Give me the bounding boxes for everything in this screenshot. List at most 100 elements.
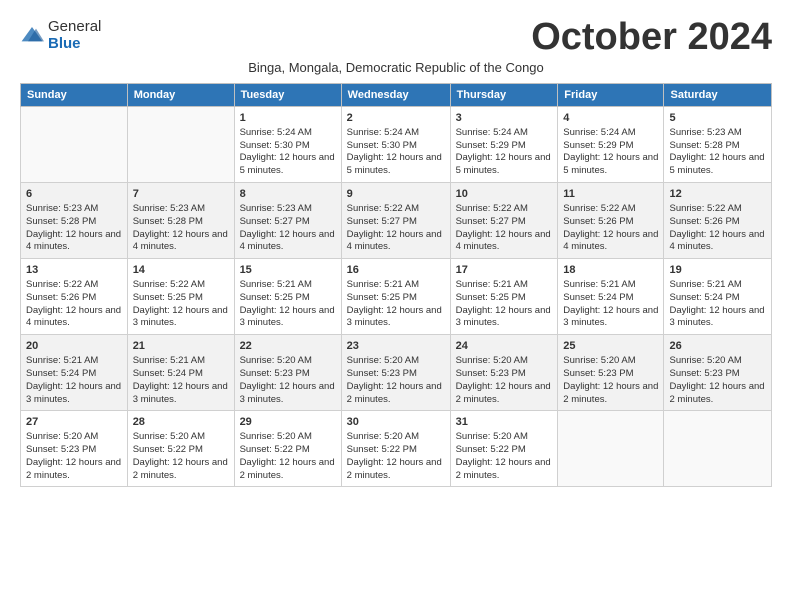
table-cell: 2Sunrise: 5:24 AMSunset: 5:30 PMDaylight… [341, 107, 450, 183]
sunset: Sunset: 5:27 PM [240, 216, 310, 227]
table-cell: 1Sunrise: 5:24 AMSunset: 5:30 PMDaylight… [234, 107, 341, 183]
table-cell: 23Sunrise: 5:20 AMSunset: 5:23 PMDayligh… [341, 335, 450, 411]
table-cell: 24Sunrise: 5:20 AMSunset: 5:23 PMDayligh… [450, 335, 558, 411]
table-cell: 22Sunrise: 5:20 AMSunset: 5:23 PMDayligh… [234, 335, 341, 411]
day-number: 27 [26, 415, 122, 430]
day-number: 29 [240, 415, 336, 430]
day-number: 18 [563, 263, 658, 278]
table-cell: 26Sunrise: 5:20 AMSunset: 5:23 PMDayligh… [664, 335, 772, 411]
sunset: Sunset: 5:28 PM [669, 140, 739, 151]
table-cell: 4Sunrise: 5:24 AM Sunset: 5:29 PMDaylight… [558, 107, 664, 183]
day-number: 12 [669, 187, 766, 202]
daylight: Daylight: 12 hours and 3 minutes. [669, 305, 764, 329]
table-cell: 3Sunrise: 5:24 AMSunset: 5:29 PMDaylight… [450, 107, 558, 183]
daylight: Daylight: 12 hours and 4 minutes. [240, 229, 335, 253]
sunset: Sunset: 5:23 PM [26, 444, 96, 455]
daylight: Daylight: 12 hours and 3 minutes. [133, 305, 228, 329]
day-number: 16 [347, 263, 445, 278]
day-number: 15 [240, 263, 336, 278]
sunset: Sunset: 5:28 PM [133, 216, 203, 227]
day-number: 2 [347, 111, 445, 126]
sunrise: Sunrise: 5:22 AM [456, 203, 528, 214]
day-number: 9 [347, 187, 445, 202]
col-sunday: Sunday [21, 84, 128, 107]
sunrise: Sunrise: 5:20 AM [347, 355, 419, 366]
day-number: 21 [133, 339, 229, 354]
daylight: Daylight: 12 hours and 3 minutes. [26, 381, 121, 405]
day-number: 3 [456, 111, 553, 126]
sunrise: Sunrise: 5:23 AM [133, 203, 205, 214]
sunrise: Sunrise: 5:21 AM [669, 279, 741, 290]
day-number: 1 [240, 111, 336, 126]
daylight: Daylight: 12 hours and 4 minutes. [563, 229, 658, 253]
sunset: Sunset: 5:25 PM [456, 292, 526, 303]
sunrise: Sunrise: 5:20 AM [347, 431, 419, 442]
daylight: Daylight: 12 hours and 4 minutes. [456, 229, 551, 253]
day-number: 5 [669, 111, 766, 126]
sunset: Sunset: 5:28 PM [26, 216, 96, 227]
daylight: Daylight: 12 hours and 4 minutes. [133, 229, 228, 253]
table-cell: 5Sunrise: 5:23 AMSunset: 5:28 PMDaylight… [664, 107, 772, 183]
daylight: Daylight: 12 hours and 3 minutes. [240, 305, 335, 329]
sunset: Sunset: 5:30 PM [240, 140, 310, 151]
logo-text: General Blue [48, 18, 101, 53]
daylight: Daylight: 12 hours and 5 minutes. [456, 152, 551, 176]
day-number: 25 [563, 339, 658, 354]
daylight: Daylight: 12 hours and 5 minutes. [240, 152, 335, 176]
col-saturday: Saturday [664, 84, 772, 107]
daylight: Daylight: 12 hours and 3 minutes. [456, 305, 551, 329]
daylight: Daylight: 12 hours and 3 minutes. [563, 305, 658, 329]
daylight: Daylight: 12 hours and 2 minutes. [240, 457, 335, 481]
sunset: Sunset: 5:26 PM [669, 216, 739, 227]
month-title: October 2024 [531, 18, 772, 56]
col-wednesday: Wednesday [341, 84, 450, 107]
week-row-5: 27 Sunrise: 5:20 AM Sunset: 5:23 PM Dayligh… [21, 411, 772, 487]
sunrise: Sunrise: 5:20 AM [456, 431, 528, 442]
sunset: Sunset: 5:22 PM [456, 444, 526, 455]
daylight: Daylight: 12 hours and 5 minutes. [669, 152, 764, 176]
week-row-2: 6 Sunrise: 5:23 AM Sunset: 5:28 PM Daylight… [21, 183, 772, 259]
table-cell: 14Sunrise: 5:22 AMSunset: 5:25 PMDayligh… [127, 259, 234, 335]
sunrise: Sunrise: 5:22 AM [26, 279, 98, 290]
day-number: 23 [347, 339, 445, 354]
table-cell: 27Sunrise: 5:20 AMSunset: 5:23 PMDayligh… [21, 411, 128, 487]
daylight: Daylight: 12 hours and 4 minutes. [669, 229, 764, 253]
sunset: Sunset: 5:29 PM [563, 140, 633, 151]
sunrise: Sunrise: 5:24 AM [456, 127, 528, 138]
day-number: 4 [563, 111, 658, 126]
sunrise: Sunrise: 5:21 AM [240, 279, 312, 290]
table-cell: 11Sunrise: 5:22 AMSunset: 5:26 PMDayligh… [558, 183, 664, 259]
daylight: Daylight: 12 hours and 4 minutes. [26, 229, 121, 253]
sunrise: Sunrise: 5:22 AM [669, 203, 741, 214]
day-number: 13 [26, 263, 122, 278]
calendar-table: Sunday Monday Tuesday Wednesday Thursday… [20, 83, 772, 487]
sunset: Sunset: 5:22 PM [347, 444, 417, 455]
day-number: 28 [133, 415, 229, 430]
table-cell: 20Sunrise: 5:21 AMSunset: 5:24 PMDayligh… [21, 335, 128, 411]
sunset: Sunset: 5:23 PM [456, 368, 526, 379]
table-cell [664, 411, 772, 487]
daylight: Daylight: 12 hours and 2 minutes. [347, 381, 442, 405]
sunset: Sunset: 5:23 PM [669, 368, 739, 379]
table-cell: 7Sunrise: 5:23 AMSunset: 5:28 PMDaylight… [127, 183, 234, 259]
daylight: Daylight: 12 hours and 3 minutes. [133, 381, 228, 405]
daylight: Daylight: 12 hours and 2 minutes. [347, 457, 442, 481]
daylight: Daylight: 12 hours and 2 minutes. [133, 457, 228, 481]
sunset: Sunset: 5:25 PM [133, 292, 203, 303]
sunset: Sunset: 5:27 PM [456, 216, 526, 227]
sunrise: Sunrise: 5:22 AM [347, 203, 419, 214]
daylight: Daylight: 12 hours and 3 minutes. [240, 381, 335, 405]
day-number: 6 [26, 187, 122, 202]
daylight: Daylight: 12 hours and 3 minutes. [347, 305, 442, 329]
col-friday: Friday [558, 84, 664, 107]
table-cell [21, 107, 128, 183]
week-row-1: 1Sunrise: 5:24 AMSunset: 5:30 PMDaylight… [21, 107, 772, 183]
sunset: Sunset: 5:26 PM [26, 292, 96, 303]
table-cell: 30Sunrise: 5:20 AMSunset: 5:22 PMDayligh… [341, 411, 450, 487]
daylight: Daylight: 12 hours and 5 minutes. [563, 152, 658, 176]
week-row-4: 20Sunrise: 5:21 AMSunset: 5:24 PMDayligh… [21, 335, 772, 411]
sunrise: Sunrise: 5:24 AM [563, 127, 635, 138]
day-number: 11 [563, 187, 658, 202]
sunrise: Sunrise: 5:22 AM [133, 279, 205, 290]
col-monday: Monday [127, 84, 234, 107]
